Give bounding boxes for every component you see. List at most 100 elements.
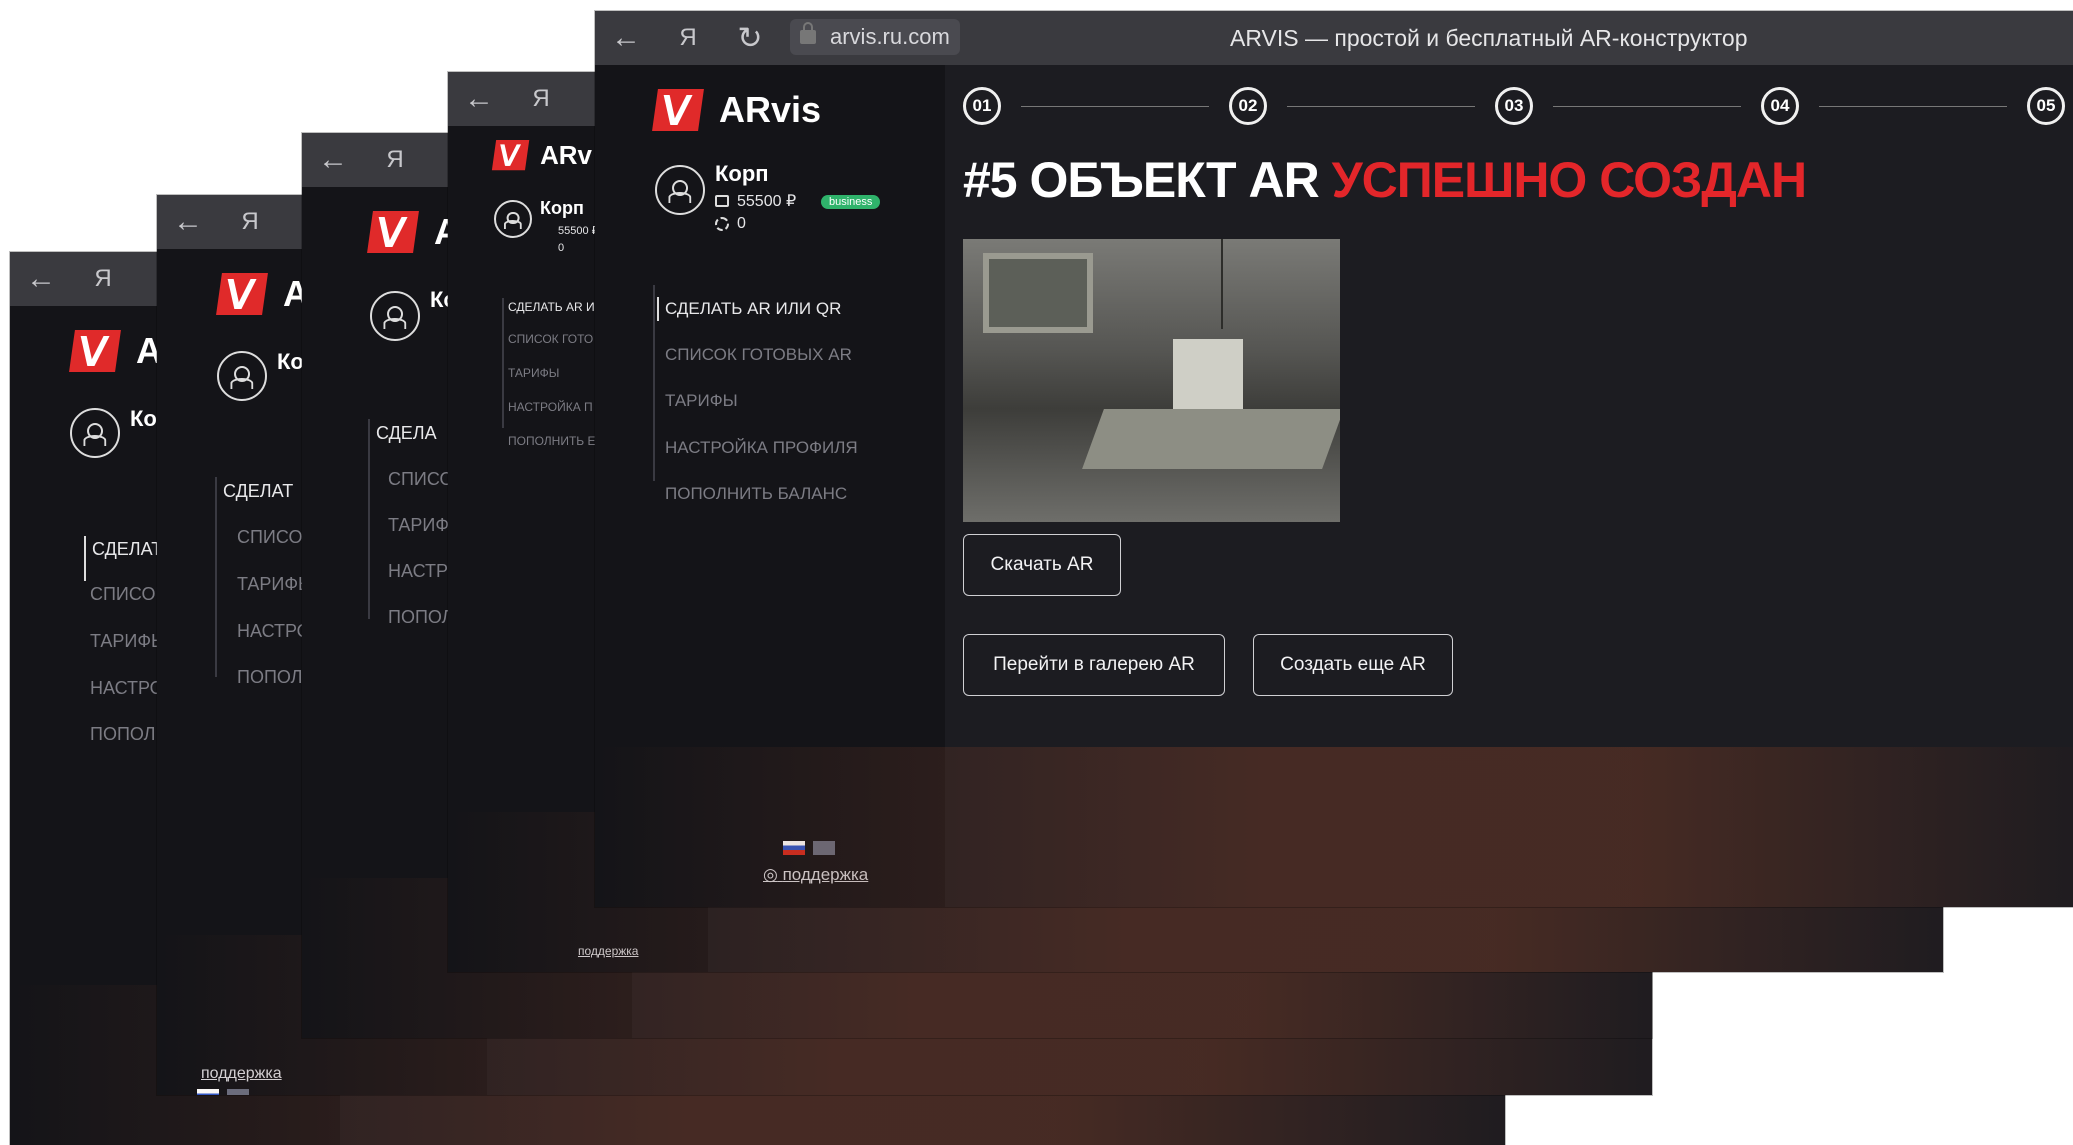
logo[interactable]: A (367, 211, 460, 253)
menu-item-tariffs[interactable]: ТАРИФЬ (90, 631, 163, 652)
menu-item-tariffs[interactable]: ТАРИФЫ (508, 366, 559, 380)
menu-item-make-ar[interactable]: СДЕЛАТЬ AR И (508, 300, 595, 314)
yandex-icon[interactable]: Я (364, 146, 426, 174)
avatar[interactable] (70, 408, 120, 458)
menu-item-profile[interactable]: НАСТРОЙКА П (508, 400, 593, 414)
menu-item-balance[interactable]: ПОПОЛІ (237, 667, 308, 688)
logo[interactable]: A (216, 273, 309, 315)
menu-item-balance[interactable]: ПОПОЛНИТЬ Е (508, 434, 596, 448)
avatar[interactable] (370, 291, 420, 341)
menu-item-make-ar[interactable]: СДЕЛАТЬ AR ИЛИ QR (665, 299, 841, 319)
url-text: arvis.ru.com (830, 24, 950, 49)
support-link[interactable]: поддержка (201, 1065, 282, 1083)
user-name: Ко (277, 349, 304, 374)
fireplace-shape (1173, 339, 1243, 419)
menu-active-indicator (657, 297, 659, 321)
menu-item-profile[interactable]: НАСТРОЙКА ПРОФИЛЯ (665, 438, 858, 458)
menu-item-tariffs[interactable]: ТАРИФЫ (665, 391, 738, 411)
back-icon[interactable]: ← (10, 262, 72, 296)
flag-uk-icon[interactable] (227, 1089, 249, 1095)
create-more-ar-button[interactable]: Создать еще AR (1253, 634, 1453, 696)
menu-item-list[interactable]: СПИСОК (90, 584, 166, 605)
logo-mark-icon (491, 140, 530, 171)
support-link[interactable]: ◎ поддержка (763, 865, 868, 885)
user-name: Корп (540, 198, 584, 218)
menu-item-tariffs[interactable]: ТАРИФ (388, 515, 449, 536)
menu-item-make-ar[interactable]: СДЕЛА (376, 423, 437, 444)
user-ar-count: 0 (558, 242, 565, 254)
logo-mark-icon (367, 211, 419, 253)
language-switcher[interactable] (197, 1089, 249, 1095)
menu-item-balance[interactable]: ПОПОЛІ (90, 724, 161, 745)
user-balance: 55500 ₽ (558, 225, 599, 237)
yandex-icon[interactable]: Я (219, 208, 281, 236)
user-balance: 55500 ₽ (715, 191, 796, 211)
back-icon[interactable]: ← (595, 21, 657, 55)
lamp-shape (1221, 239, 1223, 329)
menu-item-balance[interactable]: ПОПОЛНИТЬ БАЛАНС (665, 484, 847, 504)
page-title: ARVIS — простой и бесплатный AR-конструк… (1230, 25, 1748, 51)
menu-line (84, 536, 86, 581)
logo[interactable]: ARv (491, 140, 592, 171)
ar-icon (715, 217, 729, 231)
menu-item-make-ar[interactable]: СДЕЛАТІ (92, 539, 167, 560)
flag-uk-icon[interactable] (813, 841, 835, 855)
billiard-table-shape (1082, 409, 1340, 469)
support-icon: ◎ (763, 865, 778, 884)
wallet-icon (715, 195, 729, 207)
success-headline: #5 ОБЪЕКТ AR УСПЕШНО СОЗДАН (963, 152, 1807, 208)
gallery-button[interactable]: Перейти в галерею AR (963, 634, 1225, 696)
flag-ru-icon[interactable] (783, 841, 805, 855)
step-4[interactable]: 04 (1761, 87, 1799, 125)
logo-mark-icon (69, 330, 121, 372)
logo[interactable]: ARvis (652, 89, 821, 131)
plan-badge: business (821, 195, 881, 209)
address-bar[interactable]: arvis.ru.com (790, 19, 960, 55)
menu-item-profile[interactable]: НАСТР (388, 561, 448, 582)
menu-item-list[interactable]: СПИСОК ГОТО (508, 332, 593, 346)
step-connector (1021, 106, 1209, 107)
painting-shape (983, 253, 1093, 333)
back-icon[interactable]: ← (448, 82, 510, 116)
sidebar: ARvis Корп 55500 ₽ business 0 СДЕЛАТЬ AR… (595, 65, 945, 907)
menu-item-profile[interactable]: НАСТРО (90, 678, 164, 699)
lock-icon (800, 22, 816, 44)
progress-steps: 01 02 03 04 05 (963, 87, 2073, 127)
back-icon[interactable]: ← (302, 143, 364, 177)
menu-line (368, 419, 370, 619)
logo[interactable]: A (69, 330, 162, 372)
flag-ru-icon[interactable] (197, 1089, 219, 1095)
back-icon[interactable]: ← (157, 205, 219, 239)
menu-item-profile[interactable]: НАСТРО (237, 621, 311, 642)
support-link[interactable]: поддержка (578, 944, 638, 958)
menu-item-balance[interactable]: ПОПОЛ (388, 607, 454, 628)
step-connector (1819, 106, 2007, 107)
avatar[interactable] (217, 351, 267, 401)
avatar[interactable] (655, 165, 705, 215)
download-ar-button[interactable]: Скачать AR (963, 534, 1121, 596)
menu-item-list[interactable]: СПИСО (388, 469, 453, 490)
menu-line (502, 298, 504, 428)
language-switcher[interactable] (783, 841, 835, 855)
logo-mark-icon (216, 273, 268, 315)
menu-line (215, 477, 217, 677)
step-connector (1287, 106, 1475, 107)
menu-line (653, 285, 655, 481)
step-2[interactable]: 02 (1229, 87, 1267, 125)
ar-preview-image (963, 239, 1340, 522)
step-5[interactable]: 05 (2027, 87, 2065, 125)
step-3[interactable]: 03 (1495, 87, 1533, 125)
menu-item-list[interactable]: СПИСОК ГОТОВЫХ AR (665, 345, 852, 365)
yandex-icon[interactable]: Я (657, 24, 719, 52)
yandex-icon[interactable]: Я (72, 265, 134, 293)
logo-mark-icon (652, 89, 704, 131)
menu-item-tariffs[interactable]: ТАРИФЬ (237, 574, 310, 595)
step-1[interactable]: 01 (963, 87, 1001, 125)
user-name: Корп (715, 161, 769, 186)
reload-icon[interactable]: ↻ (719, 21, 781, 56)
browser-window-main: ← Я ↻ arvis.ru.com ARVIS — простой и бес… (595, 11, 2073, 907)
menu-item-make-ar[interactable]: СДЕЛАТ (223, 481, 293, 502)
yandex-icon[interactable]: Я (510, 85, 572, 113)
avatar[interactable] (494, 200, 532, 238)
user-name: Ко (130, 406, 157, 431)
